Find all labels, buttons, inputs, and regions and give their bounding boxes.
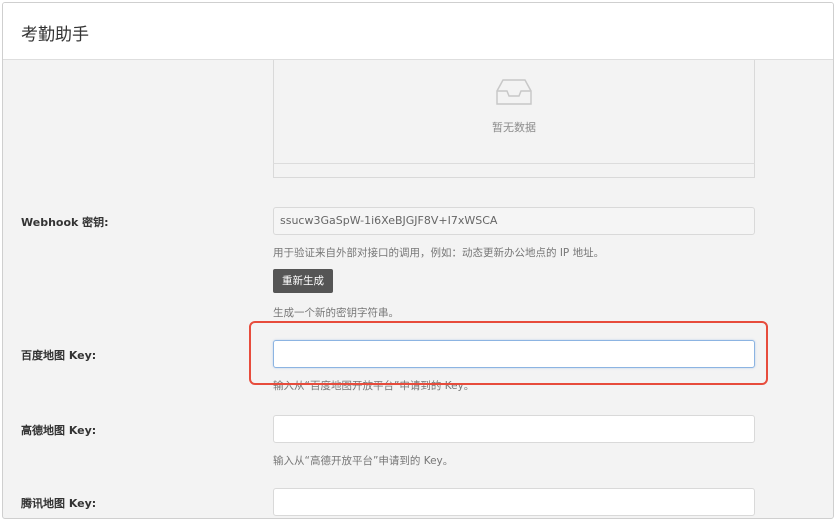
baidu-map-key-label: 百度地图 Key: bbox=[21, 349, 97, 362]
regenerate-help-text: 生成一个新的密钥字符串。 bbox=[273, 307, 399, 319]
baidu-map-key-input[interactable] bbox=[273, 340, 755, 368]
app-header: 考勤助手 bbox=[3, 3, 833, 60]
regenerate-button[interactable]: 重新生成 bbox=[273, 269, 333, 293]
webhook-secret-field[interactable]: ssucw3GaSpW-1i6XeBJGJF8V+I7xWSCA bbox=[273, 207, 755, 235]
empty-state-text: 暂无数据 bbox=[492, 121, 536, 134]
baidu-map-key-help: 输入从“百度地图开放平台”申请到的 Key。 bbox=[273, 380, 475, 392]
inbox-icon bbox=[496, 79, 532, 105]
app-title: 考勤助手 bbox=[21, 25, 89, 45]
tencent-map-key-input[interactable] bbox=[273, 488, 755, 516]
empty-state-footer bbox=[273, 163, 755, 178]
empty-state-box: 暂无数据 bbox=[273, 60, 755, 164]
webhook-label: Webhook 密钥: bbox=[21, 216, 109, 229]
webhook-help-text: 用于验证来自外部对接口的调用，例如：动态更新办公地点的 IP 地址。 bbox=[273, 247, 605, 259]
tencent-map-key-label: 腾讯地图 Key: bbox=[21, 497, 97, 510]
app-window: 考勤助手 暂无数据 Webhook 密钥: ssucw3GaSpW-1i6XeB… bbox=[2, 2, 834, 519]
settings-form: 暂无数据 Webhook 密钥: ssucw3GaSpW-1i6XeBJGJF8… bbox=[3, 60, 833, 518]
amap-key-label: 高德地图 Key: bbox=[21, 424, 97, 437]
amap-key-input[interactable] bbox=[273, 415, 755, 443]
amap-key-help: 输入从“高德开放平台”申请到的 Key。 bbox=[273, 455, 454, 467]
